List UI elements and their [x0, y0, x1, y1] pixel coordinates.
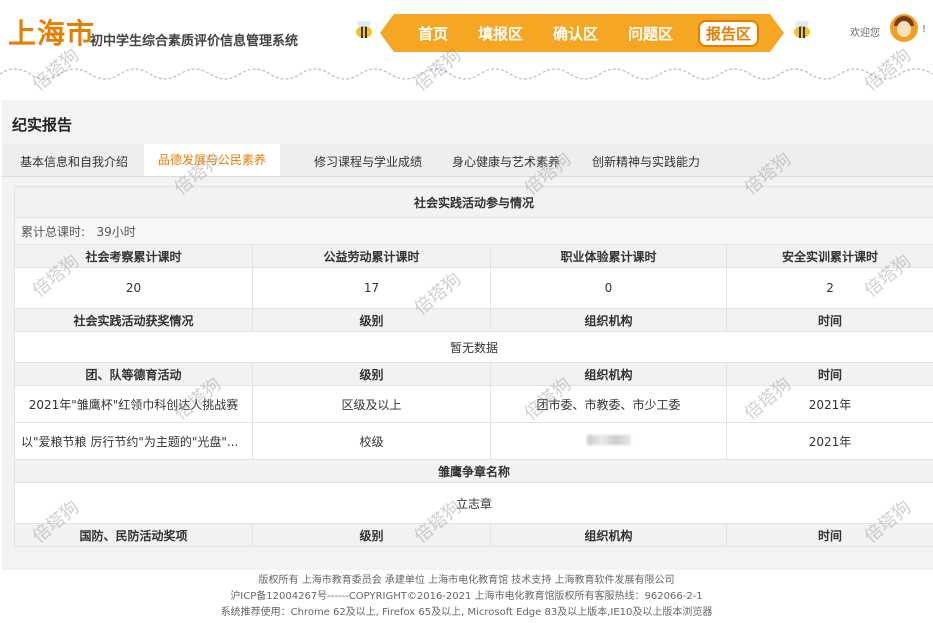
welcome-text: 欢迎您	[850, 28, 880, 39]
bee-icon	[356, 21, 372, 38]
table-row: 2021年"雏鹰杯"红领巾科创达人挑战赛 区级及以上 团市委、市教委、市少工委 …	[14, 385, 933, 423]
table-cell: 0	[490, 267, 727, 309]
total-hours-label: 累计总课时:	[21, 224, 86, 239]
logo-subtitle: 初中学生综合素质评价信息管理系统	[90, 34, 299, 49]
table-cell: 17	[252, 267, 491, 309]
column-header: 国防、民防活动奖项	[14, 523, 253, 547]
section-title: 社会实践活动参与情况	[13, 186, 933, 218]
table-cell: 团市委、市教委、市少工委	[490, 385, 727, 423]
total-hours-value: 39小时	[96, 224, 136, 239]
column-header: 组织机构	[490, 362, 727, 386]
footer-copyright: 版权所有 上海市教育委员会 承建单位 上海市电化教育馆 技术支持 上海教育软件发…	[258, 575, 675, 586]
table-cell: 2	[725, 267, 933, 309]
table-header-row: 社会考察累计课时 公益劳动累计课时 职业体验累计课时 安全实训累计课时	[14, 244, 933, 268]
tab-health-arts[interactable]: 身心健康与艺术素养	[452, 153, 560, 170]
report-tabs: 基本信息和自我介绍 品德发展与公民素养 修习课程与学业成绩 身心健康与艺术素养 …	[2, 144, 933, 177]
header-divider	[0, 68, 933, 80]
report-table: 社会实践活动参与情况 累计总课时: 39小时 社会考察累计课时 公益劳动累计课时…	[13, 186, 933, 547]
column-header: 级别	[252, 523, 491, 547]
total-hours-row: 累计总课时: 39小时	[13, 217, 933, 245]
table-header-row: 雏鹰争章名称	[13, 459, 933, 483]
footer-icp: 沪ICP备12004267号------COPYRIGHT©2016-2021 …	[230, 591, 703, 602]
table-header-row: 团、队等德育活动 级别 组织机构 时间	[14, 362, 933, 386]
nav-report[interactable]: 报告区	[698, 20, 759, 47]
table-cell	[490, 422, 727, 460]
tab-morality[interactable]: 品德发展与公民素养	[144, 144, 281, 176]
header: 上海市 初中学生综合素质评价信息管理系统 首页 填报区 确认区 问题区 报告区 …	[0, 0, 933, 88]
footer: 版权所有 上海市教育委员会 承建单位 上海市电化教育馆 技术支持 上海教育软件发…	[0, 570, 933, 623]
report-table-wrapper: 社会实践活动参与情况 累计总课时: 39小时 社会考察累计课时 公益劳动累计课时…	[13, 186, 933, 547]
main-panel: 纪实报告 基本信息和自我介绍 品德发展与公民素养 修习课程与学业成绩 身心健康与…	[2, 100, 933, 570]
nav-fill[interactable]: 填报区	[478, 23, 523, 44]
table-cell: 以"爱粮节粮 厉行节约"为主题的"光盘"...	[14, 422, 253, 460]
column-header: 组织机构	[490, 308, 727, 332]
main-nav: 首页 填报区 确认区 问题区 报告区	[380, 14, 784, 52]
table-row: 20 17 0 2	[14, 267, 933, 309]
user-avatar[interactable]	[890, 14, 918, 42]
column-header: 组织机构	[490, 523, 727, 547]
section-row: 社会实践活动参与情况	[13, 186, 933, 218]
column-header: 职业体验累计课时	[490, 244, 727, 268]
footer-browser-note: 系统推荐使用：Chrome 62及以上, Firefox 65及以上, Micr…	[220, 607, 713, 618]
table-cell: 校级	[252, 422, 491, 460]
column-header: 级别	[252, 362, 491, 386]
avatar-face	[897, 21, 911, 37]
column-header: 级别	[252, 308, 491, 332]
nav-confirm[interactable]: 确认区	[553, 23, 598, 44]
redacted-text	[586, 435, 631, 445]
table-cell: 区级及以上	[252, 385, 491, 423]
table-cell: 立志章	[13, 482, 933, 524]
total-hours: 累计总课时: 39小时	[13, 217, 933, 245]
table-row: 以"爱粮节粮 厉行节约"为主题的"光盘"... 校级 2021年	[14, 422, 933, 460]
nav-issue[interactable]: 问题区	[628, 23, 673, 44]
tab-basic-info[interactable]: 基本信息和自我介绍	[20, 153, 128, 170]
column-header: 团、队等德育活动	[14, 362, 253, 386]
column-header: 时间	[725, 523, 933, 547]
column-header: 社会实践活动获奖情况	[14, 308, 253, 332]
tab-innovation[interactable]: 创新精神与实践能力	[592, 153, 700, 170]
column-header: 雏鹰争章名称	[13, 459, 933, 483]
column-header: 时间	[725, 362, 933, 386]
table-cell: 20	[14, 267, 253, 309]
bee-icon	[794, 21, 810, 38]
table-row: 立志章	[13, 482, 933, 524]
nav-home[interactable]: 首页	[418, 23, 448, 44]
column-header: 社会考察累计课时	[14, 244, 253, 268]
tab-courses[interactable]: 修习课程与学业成绩	[314, 153, 422, 170]
column-header: 时间	[725, 308, 933, 332]
page-title: 纪实报告	[12, 116, 73, 134]
table-cell: 2021年	[725, 385, 933, 423]
table-cell: 2021年	[725, 422, 933, 460]
table-header-row: 国防、民防活动奖项 级别 组织机构 时间	[14, 523, 933, 547]
table-row: 暂无数据	[13, 331, 933, 363]
table-header-row: 社会实践活动获奖情况 级别 组织机构 时间	[14, 308, 933, 332]
welcome-suffix: !	[922, 24, 927, 35]
no-data-cell: 暂无数据	[13, 331, 933, 363]
table-cell: 2021年"雏鹰杯"红领巾科创达人挑战赛	[14, 385, 253, 423]
column-header: 公益劳动累计课时	[252, 244, 491, 268]
logo-main: 上海市	[8, 17, 96, 50]
column-header: 安全实训累计课时	[725, 244, 933, 268]
